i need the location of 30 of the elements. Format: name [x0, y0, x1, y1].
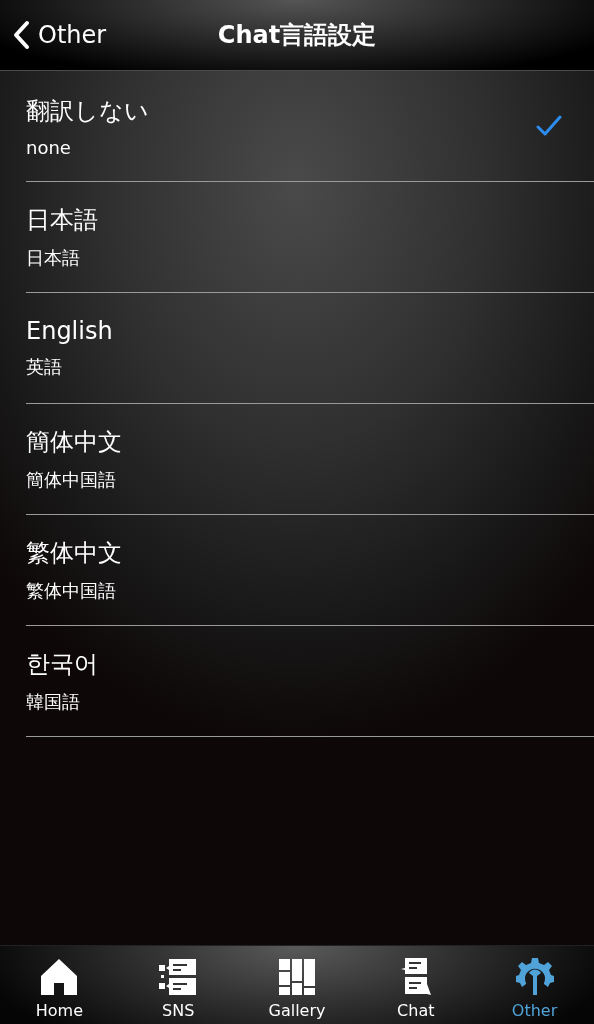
language-name: English [26, 317, 113, 345]
language-row[interactable]: 簡体中文 簡体中国語 [26, 404, 594, 515]
settings-icon [514, 957, 555, 997]
tab-bar-item[interactable]: Other [475, 946, 594, 1024]
list-icon [158, 957, 199, 997]
language-name: 日本語 [26, 205, 98, 236]
language-name: 翻訳しない [26, 95, 149, 127]
back-button[interactable]: Other [0, 13, 107, 57]
language-row[interactable]: 한국어 韓国語 [26, 626, 594, 737]
tab-bar-item[interactable]: SNS [118, 946, 238, 1024]
language-name: 繁体中文 [26, 538, 122, 569]
language-subtitle: none [26, 136, 72, 158]
home-icon [39, 957, 80, 997]
language-subtitle: 韓国語 [26, 690, 81, 714]
language-subtitle: 繁体中国語 [26, 579, 117, 603]
language-subtitle: 英語 [26, 355, 63, 379]
language-subtitle: 簡体中国語 [26, 468, 117, 492]
language-row[interactable]: 翻訳しない none [26, 71, 594, 182]
language-name: 簡体中文 [26, 427, 122, 458]
language-name: 한국어 [26, 649, 98, 680]
screen-title: Chat言語設定 [217, 20, 377, 51]
language-row[interactable]: English 英語 [26, 293, 594, 404]
tab-bar-item[interactable]: Chat [356, 946, 476, 1024]
language-row[interactable]: 繁体中文 繁体中国語 [26, 515, 594, 626]
tab-bar-item[interactable]: Home [0, 946, 119, 1024]
tab-bar-item[interactable]: Gallery [237, 946, 357, 1024]
language-subtitle: 日本語 [26, 246, 81, 270]
language-row[interactable]: 日本語 日本語 [26, 182, 594, 293]
chevron-left-icon [12, 20, 30, 50]
grid-icon [277, 957, 317, 997]
